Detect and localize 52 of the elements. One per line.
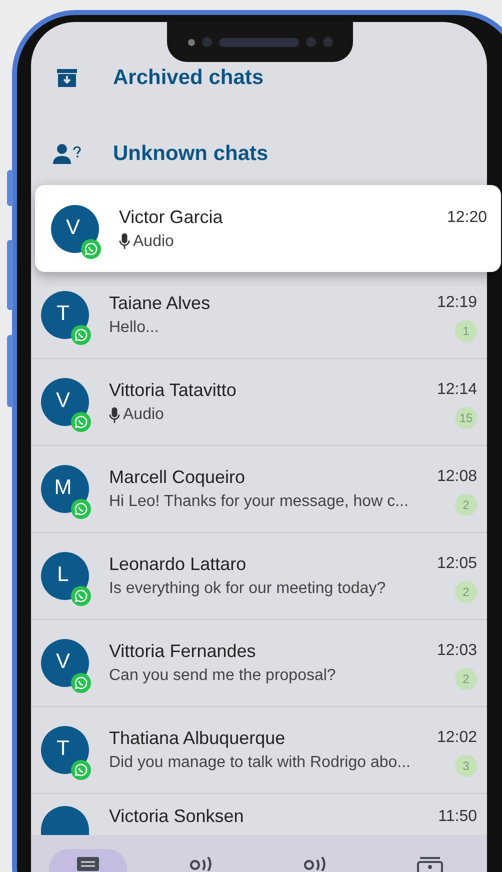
message-time: 12:14 bbox=[436, 381, 477, 399]
message-time: 12:03 bbox=[436, 642, 477, 660]
person-question-icon bbox=[53, 143, 81, 165]
chat-card[interactable]: V Victor Garcia Audio 12:20 bbox=[35, 185, 501, 272]
chat-bubble-icon bbox=[81, 238, 101, 258]
message-time: 12:20 bbox=[446, 209, 487, 227]
unread-count: 1 bbox=[455, 320, 477, 342]
contact-name: Vittoria Fernandes bbox=[109, 641, 257, 662]
message-preview: Hi Leo! Thanks for your message, how c... bbox=[109, 493, 408, 511]
message-preview: Is everything ok for our meeting today? bbox=[109, 580, 386, 598]
chat-bubble-icon bbox=[71, 499, 91, 519]
chat-bubble-icon bbox=[71, 760, 91, 780]
chat-bubble-icon bbox=[71, 673, 91, 693]
chat-bubble-icon bbox=[71, 586, 91, 606]
message-preview: Audio bbox=[123, 406, 164, 424]
message-preview: Did you manage to talk with Rodrigo abo... bbox=[109, 754, 410, 772]
chat-row[interactable]: T Taiane Alves Hello... 12:19 1 bbox=[31, 272, 487, 359]
contact-name: Thatiana Albuquerque bbox=[109, 728, 286, 749]
unread-count: 2 bbox=[455, 668, 477, 690]
unread-count: 2 bbox=[455, 581, 477, 603]
message-time: 12:08 bbox=[436, 468, 477, 486]
unread-count: 3 bbox=[455, 755, 477, 777]
contact-name: Marcell Coqueiro bbox=[109, 467, 246, 488]
folder-link[interactable]: Unknown chats bbox=[113, 142, 268, 166]
message-preview: Can you send me the proposal? bbox=[109, 667, 336, 685]
message-time: 12:02 bbox=[436, 729, 477, 747]
chat-row[interactable]: T Thatiana Albuquerque Did you manage to talk with Rodrigo abo... 12:02 3 bbox=[31, 707, 487, 794]
message-preview: Hello... bbox=[109, 319, 159, 337]
contact-name: Leonardo Lattaro bbox=[109, 554, 248, 575]
folder-link[interactable]: Archived chats bbox=[113, 66, 264, 90]
chat-row[interactable]: M Marcell Coqueiro Hi Leo! Thanks for your message, how c... 12:08 2 bbox=[31, 446, 487, 533]
message-preview: Audio bbox=[133, 232, 174, 250]
chat-row[interactable]: Victoria Sonksen 11:50 bbox=[31, 794, 487, 835]
contact-name: Vittoria Tatavitto bbox=[109, 380, 238, 401]
contact-name: Victoria Sonksen bbox=[109, 806, 245, 827]
message-time: 12:05 bbox=[436, 555, 477, 573]
message-time: 11:50 bbox=[438, 808, 477, 826]
unread-count: 15 bbox=[455, 407, 477, 429]
chat-bubble-icon bbox=[71, 325, 91, 345]
chat-row[interactable]: V Vittoria Fernandes Can you send me the proposal? 12:03 2 bbox=[31, 620, 487, 707]
message-time: 12:19 bbox=[436, 294, 477, 312]
contact-card-icon bbox=[417, 857, 443, 872]
chat-row[interactable]: L Leonardo Lattaro Is everything ok for our meeting today? 12:05 2 bbox=[31, 533, 487, 620]
avatar bbox=[41, 806, 89, 835]
microphone-icon bbox=[109, 406, 120, 424]
chat-bubble-icon bbox=[71, 412, 91, 432]
chat-icon bbox=[77, 857, 99, 871]
unread-count: 2 bbox=[455, 494, 477, 516]
chat-row[interactable]: V Vittoria Tatavitto Audio 12:14 15 bbox=[31, 359, 487, 446]
contact-name: Taiane Alves bbox=[109, 293, 212, 314]
microphone-icon bbox=[119, 233, 130, 250]
contact-name: Victor Garcia bbox=[119, 206, 224, 228]
